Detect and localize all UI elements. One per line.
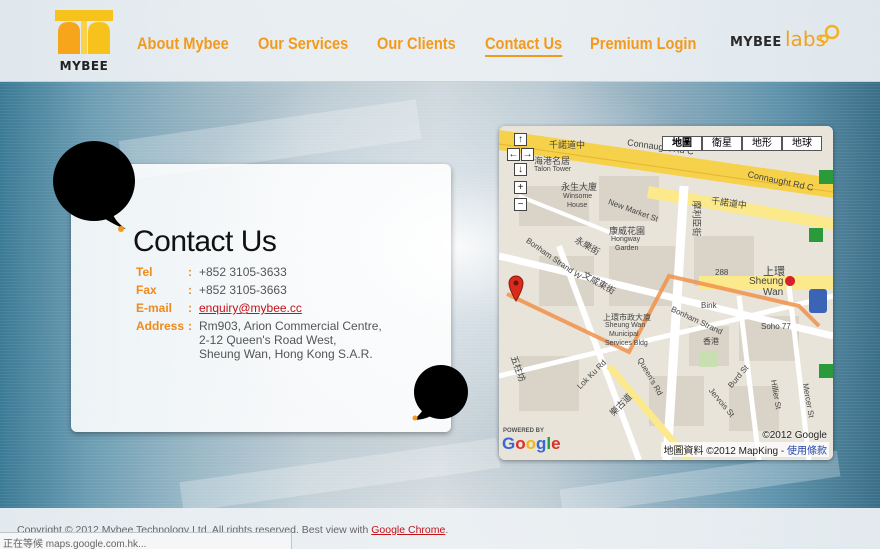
map-type-map[interactable]: 地圖 — [662, 136, 702, 151]
address-label: Address — [136, 319, 185, 333]
tel-label: Tel — [136, 265, 153, 279]
map-label: 永生大廈 — [561, 182, 598, 192]
zoom-out-button[interactable]: − — [514, 198, 527, 211]
bubbles-icon — [819, 24, 840, 44]
background-streak — [559, 450, 841, 516]
map-label: Wan — [763, 287, 784, 298]
mybee-labs-link[interactable]: MYBEE labs — [728, 24, 840, 54]
google-letter: g — [536, 434, 547, 453]
google-letter: e — [551, 434, 561, 453]
map-label: Soho 77 — [761, 322, 791, 331]
nav-our-services[interactable]: Our Services — [258, 34, 348, 54]
map-type-satellite[interactable]: 衛星 — [702, 136, 742, 151]
map-label: 千諾道中 — [549, 140, 586, 150]
logo-wordmark: MYBEE — [59, 59, 109, 73]
nav-premium-login[interactable]: Premium Login — [590, 34, 696, 54]
map-label: House — [567, 202, 588, 209]
map-label: 288 — [715, 268, 729, 277]
pan-right-button[interactable]: → — [521, 148, 534, 161]
footer-period: . — [445, 524, 449, 536]
separator: : — [188, 319, 192, 333]
email-value-wrap: enquiry@mybee.cc — [199, 301, 439, 315]
google-logo[interactable]: Google — [502, 434, 561, 454]
map-type-earth[interactable]: 地球 — [782, 136, 822, 151]
map-label: Sheung — [749, 276, 784, 287]
background-streak — [179, 437, 501, 513]
attribution-text: 地圖資料 ©2012 MapKing - — [663, 446, 787, 457]
map-label: Municipal — [609, 331, 639, 338]
map-attribution: 地圖資料 ©2012 MapKing - 使用條款 — [661, 442, 829, 457]
separator: : — [188, 301, 192, 315]
map-marker-icon[interactable] — [507, 274, 525, 302]
speech-bubble-icon — [53, 141, 135, 232]
address-line: 2-12 Queen's Road West, — [199, 333, 337, 347]
nav-our-clients[interactable]: Our Clients — [377, 34, 456, 54]
mybee-logo-icon — [55, 10, 113, 54]
tel-value: +852 3105-3633 — [199, 265, 287, 279]
chrome-link[interactable]: Google Chrome — [371, 524, 445, 536]
browser-status-bar: 正在等候 maps.google.com.hk... — [0, 532, 292, 549]
separator: : — [188, 265, 192, 279]
pan-down-button[interactable]: ↓ — [514, 163, 527, 176]
email-label: E-mail — [136, 301, 173, 315]
separator: : — [188, 283, 192, 297]
zoom-in-button[interactable]: + — [514, 181, 527, 194]
google-letter: o — [525, 434, 537, 453]
map-label: Winsome — [563, 193, 593, 200]
main-nav: About Mybee Our Services Our Clients Con… — [137, 34, 717, 57]
fax-value: +852 3105-3663 — [199, 283, 287, 297]
speech-bubble-small-icon — [412, 365, 468, 421]
map-label: Services Bldg — [605, 340, 648, 347]
terms-link[interactable]: 使用條款 — [787, 446, 827, 457]
site-header: MYBEE About Mybee Our Services Our Clien… — [0, 0, 880, 82]
map-label: Bink — [701, 301, 717, 310]
address-line: Rm903, Arion Commercial Centre, — [199, 319, 382, 333]
email-link[interactable]: enquiry@mybee.cc — [199, 301, 302, 315]
google-letter: o — [515, 434, 526, 453]
map-label: 摩利臣街 — [691, 200, 702, 237]
pan-up-button[interactable]: ↑ — [514, 133, 527, 146]
google-letter: G — [502, 434, 516, 453]
nav-contact-us[interactable]: Contact Us — [485, 34, 563, 57]
pan-left-button[interactable]: ← — [507, 148, 520, 161]
map-label: 香港 — [703, 337, 719, 346]
google-map[interactable]: 千諾道中 Connaught Rd C 千諾道中 Connaught Rd C … — [499, 126, 833, 460]
address-line: Sheung Wan, Hong Kong S.A.R. — [199, 347, 373, 361]
map-label: Garden — [615, 245, 639, 252]
map-label: Sheung Wan — [605, 322, 646, 329]
address-value: Rm903, Arion Commercial Centre, 2-12 Que… — [199, 319, 439, 361]
labs-prefix: MYBEE — [730, 35, 782, 50]
nav-about-mybee[interactable]: About Mybee — [137, 34, 229, 54]
map-copyright: ©2012 Google — [762, 430, 827, 441]
mybee-logo[interactable]: MYBEE — [55, 10, 113, 74]
page-title: Contact Us — [133, 225, 277, 258]
map-label: Talon Tower — [534, 166, 572, 173]
map-type-terrain[interactable]: 地形 — [742, 136, 782, 151]
map-label: Hongway — [611, 236, 641, 243]
fax-label: Fax — [136, 283, 157, 297]
